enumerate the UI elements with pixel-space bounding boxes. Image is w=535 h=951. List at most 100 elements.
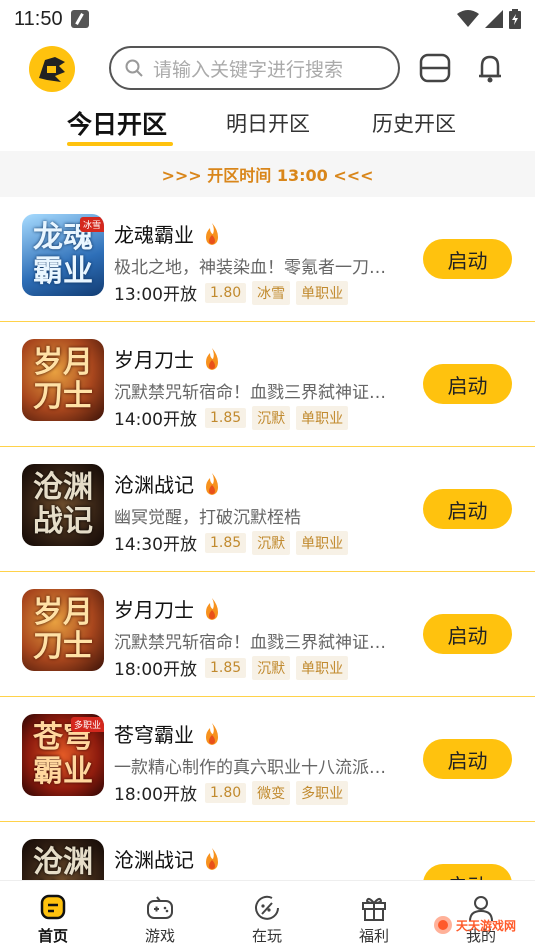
game-title-text: 岁月刀士 <box>114 598 194 622</box>
start-button[interactable]: 启动 <box>423 489 512 529</box>
search-icon <box>125 59 143 77</box>
fire-icon <box>206 847 218 870</box>
header: 请输入关键字进行搜索 <box>0 44 535 92</box>
scan-button[interactable] <box>418 52 452 84</box>
game-item[interactable]: 沧渊战记 沧渊战记 幽冥觉醒，打破沉默桎梏 14:30开放 1.85 沉默 单职… <box>0 447 535 572</box>
battery-icon <box>509 9 521 29</box>
version-tag: 1.85 <box>205 407 247 428</box>
class-tag: 多职业 <box>296 780 349 805</box>
game-title-text: 龙魂霸业 <box>114 223 194 247</box>
nav-games[interactable]: 游戏 <box>125 893 195 946</box>
game-item[interactable]: 龙魂霸业 冰雪 龙魂霸业 极北之地，神装染血！零氪者一刀斩神！ 13:00开放 … <box>0 197 535 322</box>
edit-notification-icon <box>70 10 89 28</box>
version-tag: 1.80 <box>205 782 247 803</box>
open-time: 14:30开放 <box>114 535 197 555</box>
game-icon-badge: 多职业 <box>70 717 104 732</box>
game-icon-badge: 冰雪 <box>79 217 104 232</box>
game-title[interactable]: 岁月刀士 <box>114 594 222 623</box>
class-tag: 单职业 <box>296 655 349 680</box>
game-title-text: 沧渊战记 <box>114 848 194 872</box>
fire-icon <box>206 222 218 245</box>
game-description: 沉默禁咒斩宿命！血戮三界弑神证道！ <box>114 383 398 403</box>
game-title[interactable]: 岁月刀士 <box>114 344 222 373</box>
notification-button[interactable] <box>473 52 507 84</box>
nav-playing[interactable]: 在玩 <box>232 893 302 946</box>
game-icon-art-text: 沧渊战记 <box>33 845 93 881</box>
game-title[interactable]: 沧渊战记 <box>114 469 222 498</box>
class-tag: 单职业 <box>296 280 349 305</box>
game-item[interactable]: 沧渊战记 沧渊战记 启动 <box>0 822 535 880</box>
class-tag: 单职业 <box>296 405 349 430</box>
style-tag: 沉默 <box>252 655 291 680</box>
gift-icon <box>362 897 386 921</box>
home-icon <box>40 894 66 920</box>
game-item[interactable]: 岁月刀士 岁月刀士 沉默禁咒斩宿命！血戮三界弑神证道！ 18:00开放 1.85… <box>0 572 535 697</box>
start-button[interactable]: 启动 <box>423 364 512 404</box>
start-button[interactable]: 启动 <box>423 739 512 779</box>
status-bar: 11:50 <box>0 0 535 38</box>
start-button[interactable]: 启动 <box>423 614 512 654</box>
game-description: 沉默禁咒斩宿命！血戮三界弑神证道！ <box>114 633 398 653</box>
tab-history[interactable]: 历史开区 <box>372 108 456 138</box>
search-bar[interactable]: 请输入关键字进行搜索 <box>109 46 400 90</box>
game-title[interactable]: 沧渊战记 <box>114 844 222 873</box>
game-icon-art-text: 沧渊战记 <box>33 470 93 539</box>
game-icon[interactable]: 沧渊战记 <box>22 839 104 880</box>
nav-home[interactable]: 首页 <box>18 893 88 946</box>
watermark: 天天游戏网 <box>432 914 516 936</box>
game-icon[interactable]: 岁月刀士 <box>22 339 104 421</box>
game-list[interactable]: 龙魂霸业 冰雪 龙魂霸业 极北之地，神装染血！零氪者一刀斩神！ 13:00开放 … <box>0 197 535 880</box>
game-title-text: 苍穹霸业 <box>114 723 194 747</box>
game-meta: 18:00开放 1.85 沉默 单职业 <box>114 655 354 680</box>
watermark-logo-icon <box>434 916 452 934</box>
game-title[interactable]: 龙魂霸业 <box>114 219 222 248</box>
game-meta: 13:00开放 1.80 冰雪 单职业 <box>114 280 354 305</box>
status-indicators <box>457 9 521 29</box>
game-meta: 18:00开放 1.80 微变 多职业 <box>114 780 354 805</box>
version-tag: 1.85 <box>205 657 247 678</box>
game-meta: 14:30开放 1.85 沉默 单职业 <box>114 530 354 555</box>
game-icon[interactable]: 苍穹霸业 多职业 <box>22 714 104 796</box>
game-meta: 14:00开放 1.85 沉默 单职业 <box>114 405 354 430</box>
gamepad-icon <box>147 896 173 919</box>
style-tag: 沉默 <box>252 530 291 555</box>
tab-tomorrow[interactable]: 明日开区 <box>226 108 310 138</box>
fire-icon <box>206 722 218 745</box>
nav-benefits-label: 福利 <box>358 927 389 945</box>
signal-icon <box>485 10 503 28</box>
game-icon-art-text: 岁月刀士 <box>33 345 93 414</box>
open-time: 14:00开放 <box>114 410 197 430</box>
style-tag: 冰雪 <box>252 280 291 305</box>
fire-icon <box>206 472 218 495</box>
start-button[interactable]: 启动 <box>423 239 512 279</box>
active-tab-indicator <box>67 142 173 146</box>
app-logo[interactable] <box>29 46 75 92</box>
start-button[interactable]: 启动 <box>423 864 512 880</box>
game-title-text: 岁月刀士 <box>114 348 194 372</box>
open-time: 18:00开放 <box>114 660 197 680</box>
game-icon[interactable]: 沧渊战记 <box>22 464 104 546</box>
game-description: 幽冥觉醒，打破沉默桎梏 <box>114 508 301 528</box>
fire-icon <box>206 597 218 620</box>
nav-benefits[interactable]: 福利 <box>339 893 409 946</box>
bell-icon <box>479 55 501 83</box>
playing-icon <box>255 895 279 920</box>
dragon-logo-icon <box>39 57 65 82</box>
game-item[interactable]: 苍穹霸业 多职业 苍穹霸业 一款精心制作的真六职业十八流派传奇 18:00开放 … <box>0 697 535 822</box>
game-title-text: 沧渊战记 <box>114 473 194 497</box>
watermark-text: 天天游戏网 <box>456 918 517 933</box>
style-tag: 微变 <box>252 780 291 805</box>
status-time: 11:50 <box>14 7 63 30</box>
tab-today[interactable]: 今日开区 <box>67 105 167 141</box>
wifi-icon <box>457 10 479 27</box>
game-title[interactable]: 苍穹霸业 <box>114 719 222 748</box>
style-tag: 沉默 <box>252 405 291 430</box>
nav-home-label: 首页 <box>37 927 68 945</box>
open-time-banner-text: >>> 开区时间 13:00 <<< <box>161 166 374 185</box>
game-description: 一款精心制作的真六职业十八流派传奇 <box>114 758 398 778</box>
game-item[interactable]: 岁月刀士 岁月刀士 沉默禁咒斩宿命！血戮三界弑神证道！ 14:00开放 1.85… <box>0 322 535 447</box>
game-icon[interactable]: 岁月刀士 <box>22 589 104 671</box>
game-icon[interactable]: 龙魂霸业 冰雪 <box>22 214 104 296</box>
tab-bar: 今日开区 明日开区 历史开区 <box>0 100 535 150</box>
search-placeholder: 请输入关键字进行搜索 <box>153 58 344 81</box>
